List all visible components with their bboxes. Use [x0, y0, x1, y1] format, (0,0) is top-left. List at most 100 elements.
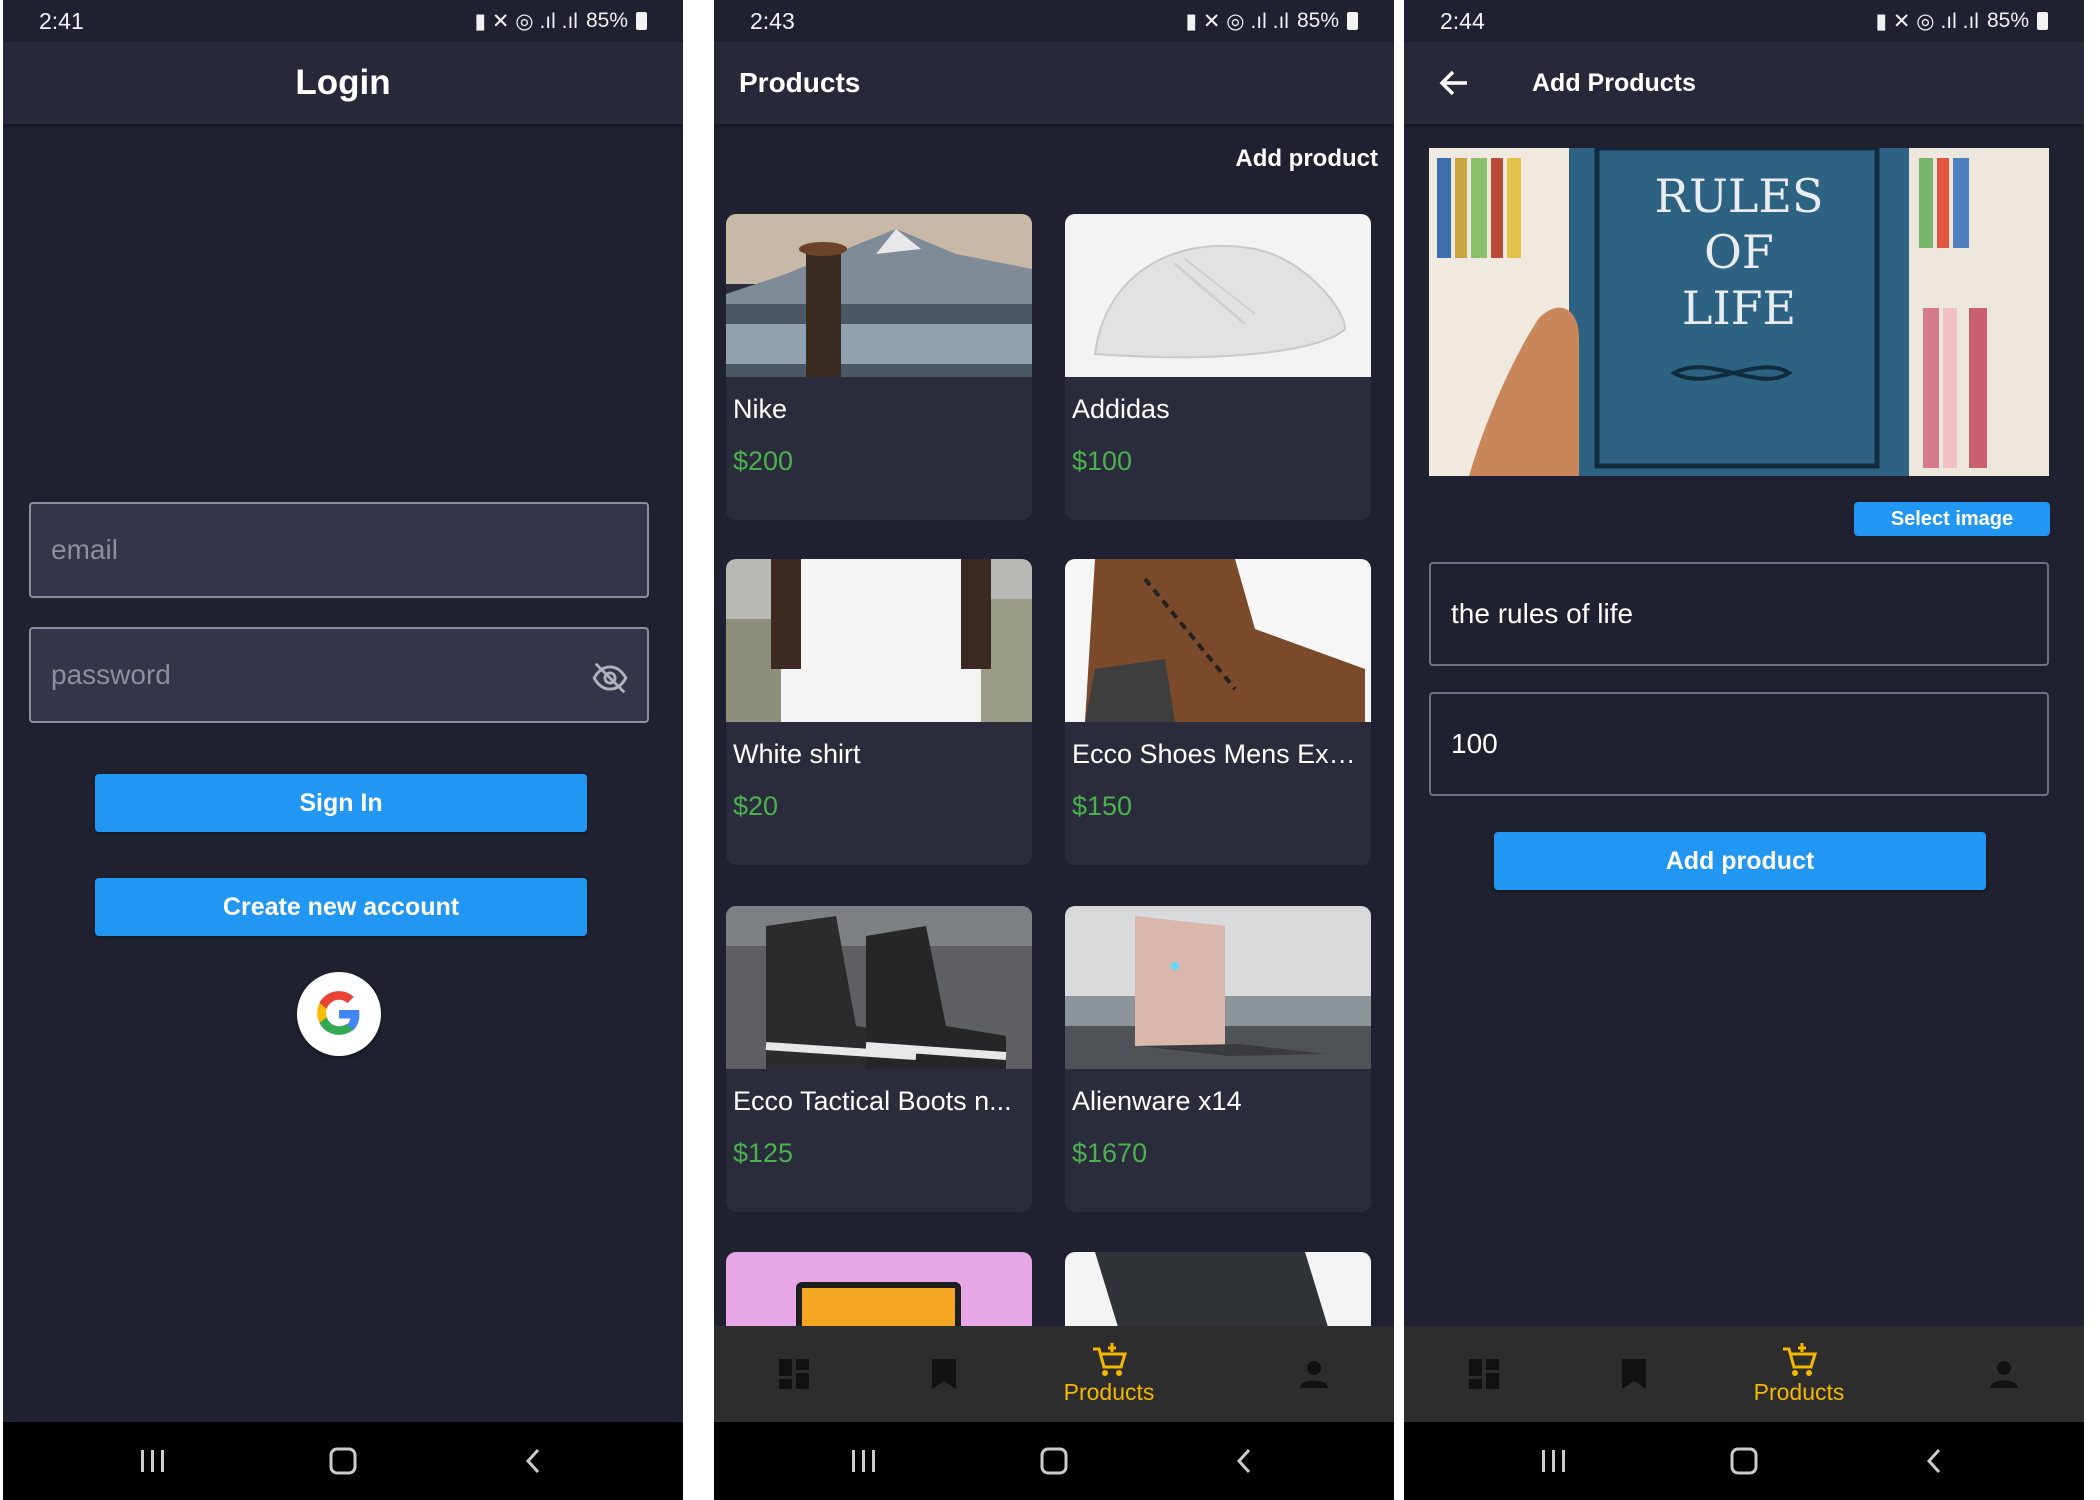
password-input[interactable] [49, 629, 577, 721]
google-sign-in-button[interactable] [297, 972, 381, 1056]
status-time: 2:44 [1440, 7, 1485, 34]
signal-icon: ▮ ✕ ◎ .ıl .ıl [474, 9, 578, 33]
back-button[interactable] [1204, 1422, 1284, 1500]
product-price: $100 [1072, 446, 1133, 476]
product-name: White shirt [733, 739, 861, 769]
product-card[interactable]: White shirt $20 [726, 559, 1032, 865]
back-arrow-button[interactable] [1434, 63, 1474, 103]
add-product-link[interactable]: Add product [1235, 145, 1378, 173]
person-icon [1990, 1361, 2018, 1388]
nav-bookmarks[interactable] [1594, 1326, 1674, 1422]
product-image [726, 906, 1032, 1069]
selected-product-image: RULES OF LIFE [1429, 148, 2049, 476]
email-input[interactable] [49, 504, 577, 596]
sign-in-button[interactable]: Sign In [95, 774, 587, 832]
nav-dashboard[interactable] [754, 1326, 834, 1422]
status-icons: ▮ ✕ ◎ .ıl .ıl 85% [1185, 9, 1358, 34]
google-icon [317, 991, 360, 1035]
person-icon [1300, 1361, 1328, 1388]
page-title: Login [295, 63, 391, 102]
add-product-button[interactable]: Add product [1494, 832, 1986, 890]
nav-products[interactable]: Products [1034, 1326, 1184, 1422]
product-card[interactable]: Alienware x14 $1670 [1065, 906, 1371, 1212]
battery-icon [2037, 12, 2048, 30]
product-name: Ecco Tactical Boots n... [733, 1086, 1012, 1116]
home-button[interactable] [303, 1422, 383, 1500]
recent-apps-icon [852, 1450, 875, 1472]
book-title-line: OF [1704, 225, 1774, 279]
status-time: 2:41 [39, 7, 84, 34]
home-button[interactable] [1014, 1422, 1094, 1500]
page-title: Add Products [1532, 68, 1696, 97]
cart-icon [1093, 1342, 1127, 1376]
home-icon [1730, 1447, 1758, 1475]
page-title: Products [739, 67, 861, 98]
nav-dashboard[interactable] [1444, 1326, 1524, 1422]
dashboard-icon [1469, 1359, 1499, 1389]
battery-percent: 85% [585, 9, 628, 32]
product-price: $125 [733, 1138, 794, 1168]
bottom-nav: Products [1404, 1326, 2084, 1422]
system-nav-bar [1404, 1422, 2084, 1500]
nav-profile[interactable] [1964, 1326, 2044, 1422]
product-price: $20 [733, 791, 779, 821]
app-bar: Products [714, 42, 1394, 124]
recent-apps-icon [1542, 1450, 1565, 1472]
dashboard-icon [779, 1359, 809, 1389]
nav-products[interactable]: Products [1724, 1326, 1874, 1422]
back-button[interactable] [1894, 1422, 1974, 1500]
back-button[interactable] [493, 1422, 573, 1500]
status-time: 2:43 [750, 7, 795, 34]
recent-apps-button[interactable] [824, 1422, 904, 1500]
back-chevron-icon [525, 1448, 540, 1474]
product-price-input[interactable] [1449, 694, 2029, 794]
product-price-field[interactable] [1429, 692, 2049, 796]
bookmark-icon [1622, 1359, 1646, 1389]
bookmark-icon [932, 1359, 956, 1389]
signal-icon: ▮ ✕ ◎ .ıl .ıl [1185, 9, 1289, 33]
product-name-field[interactable] [1429, 562, 2049, 666]
select-image-button[interactable]: Select image [1854, 502, 2050, 536]
products-screen: 2:43 ▮ ✕ ◎ .ıl .ıl 85% Products Add prod… [714, 0, 1394, 1500]
product-image [726, 214, 1032, 377]
back-chevron-icon [1236, 1448, 1251, 1474]
product-card[interactable]: Ecco Shoes Mens Exo... $150 [1065, 559, 1371, 865]
visibility-off-icon[interactable] [591, 659, 629, 697]
email-field[interactable] [29, 502, 649, 598]
product-name: Ecco Shoes Mens Exo... [1072, 739, 1364, 769]
status-icons: ▮ ✕ ◎ .ıl .ıl 85% [1875, 9, 2048, 34]
back-arrow-icon [1439, 70, 1467, 96]
app-bar: Login [3, 42, 683, 124]
status-icons: ▮ ✕ ◎ .ıl .ıl 85% [474, 9, 647, 34]
app-bar: Add Products [1404, 42, 2084, 124]
product-name-input[interactable] [1449, 564, 2029, 664]
product-card[interactable]: Ecco Tactical Boots n... $125 [726, 906, 1032, 1212]
cart-icon [1783, 1342, 1817, 1376]
product-card[interactable]: Addidas $100 [1065, 214, 1371, 520]
product-name: Addidas [1072, 394, 1170, 424]
home-button[interactable] [1704, 1422, 1784, 1500]
battery-percent: 85% [1986, 9, 2029, 32]
login-screen: 2:41 ▮ ✕ ◎ .ıl .ıl 85% Login Sign In Cre… [3, 0, 683, 1500]
home-icon [1040, 1447, 1068, 1475]
book-title-line: RULES [1654, 169, 1824, 223]
recent-apps-button[interactable] [1514, 1422, 1594, 1500]
nav-profile[interactable] [1274, 1326, 1354, 1422]
product-image [1065, 214, 1371, 377]
add-products-screen: 2:44 ▮ ✕ ◎ .ıl .ıl 85% Add Products RULE… [1404, 0, 2084, 1500]
product-price: $1670 [1072, 1138, 1148, 1168]
system-nav-bar [714, 1422, 1394, 1500]
status-bar: 2:41 ▮ ✕ ◎ .ıl .ıl 85% [3, 0, 683, 42]
product-card[interactable]: Nike $200 [726, 214, 1032, 520]
product-name: Alienware x14 [1072, 1086, 1242, 1116]
create-account-button[interactable]: Create new account [95, 878, 587, 936]
book-title-line: LIFE [1681, 281, 1797, 335]
product-price: $200 [733, 446, 794, 476]
battery-percent: 85% [1296, 9, 1339, 32]
product-image [726, 559, 1032, 722]
password-field[interactable] [29, 627, 649, 723]
signal-icon: ▮ ✕ ◎ .ıl .ıl [1875, 9, 1979, 33]
nav-bookmarks[interactable] [904, 1326, 984, 1422]
recent-apps-button[interactable] [113, 1422, 193, 1500]
home-icon [329, 1447, 357, 1475]
